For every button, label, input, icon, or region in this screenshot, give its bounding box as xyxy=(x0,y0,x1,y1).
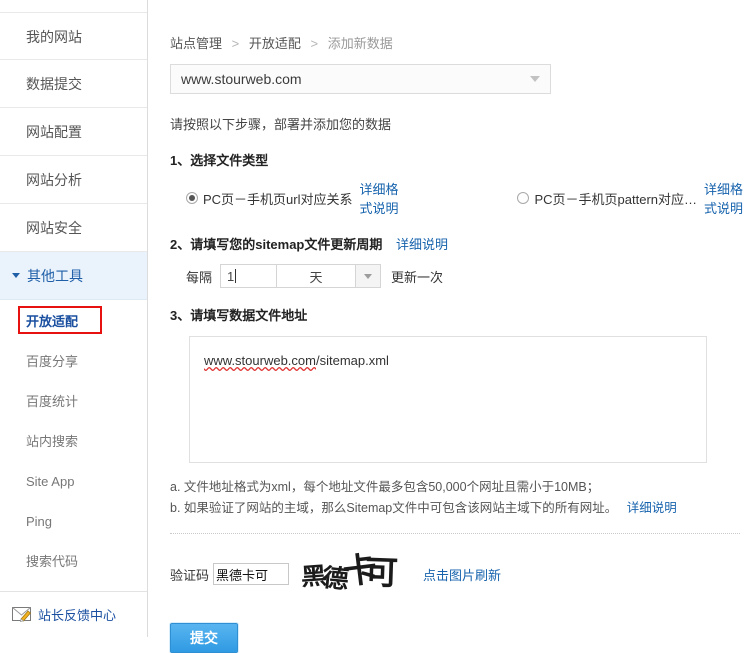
captcha-input-value: 黑德卡可 xyxy=(216,567,269,583)
chevron-down-icon xyxy=(364,273,373,279)
sidebar-group-label: 其他工具 xyxy=(27,267,83,284)
step2-title-row: 2、请填写您的sitemap文件更新周期 详细说明 xyxy=(170,234,748,253)
sidebar-item-label: 网站分析 xyxy=(26,172,82,188)
sidebar-item-data-submit[interactable]: 数据提交 xyxy=(0,60,147,108)
step2-detail-link[interactable]: 详细说明 xyxy=(396,237,448,252)
page-root: 我的网站 数据提交 网站配置 网站分析 网站安全 其他工具 开放适配 百度分享 … xyxy=(0,0,748,653)
notes-detail-link[interactable]: 详细说明 xyxy=(627,501,677,515)
sidebar-item-label: 百度分享 xyxy=(26,354,79,369)
sidebar: 我的网站 数据提交 网站配置 网站分析 网站安全 其他工具 开放适配 百度分享 … xyxy=(0,0,148,637)
caret-down-icon xyxy=(12,273,20,278)
breadcrumb: 站点管理 > 开放适配 > 添加新数据 xyxy=(170,33,748,52)
chevron-down-icon xyxy=(530,76,540,82)
sidebar-item-label: 站内搜索 xyxy=(26,434,79,449)
sidebar-item-open-adaptation[interactable]: 开放适配 xyxy=(0,302,147,342)
period-value-input[interactable]: 1 xyxy=(220,264,277,288)
text-cursor xyxy=(235,269,237,283)
sidebar-item-label: Ping xyxy=(26,514,53,529)
sidebar-item-label: Site App xyxy=(26,474,75,489)
format-detail-link-2[interactable]: 详细格式说明 xyxy=(704,179,748,217)
main-content: 站点管理 > 开放适配 > 添加新数据 www.stourweb.com 请按照… xyxy=(148,0,748,653)
sidebar-item-site-security[interactable]: 网站安全 xyxy=(0,204,147,252)
sidebar-item-my-site[interactable]: 我的网站 xyxy=(0,12,147,60)
breadcrumb-root[interactable]: 站点管理 xyxy=(170,36,222,51)
intro-text: 请按照以下步骤，部署并添加您的数据 xyxy=(170,117,392,132)
sidebar-item-baidu-stats[interactable]: 百度统计 xyxy=(0,382,147,422)
sidebar-item-search-code[interactable]: 搜索代码 xyxy=(0,542,147,582)
radio-option-pattern-mapping[interactable]: PC页－手机页pattern对应… xyxy=(517,189,704,208)
step3-title: 3、请填写数据文件地址 xyxy=(170,308,308,323)
breadcrumb-separator: > xyxy=(310,36,319,51)
sidebar-item-baidu-share[interactable]: 百度分享 xyxy=(0,342,147,382)
sidebar-subitem-open-adaptation-wrap: 开放适配 xyxy=(0,302,147,342)
captcha-label: 验证码 xyxy=(170,567,210,583)
data-file-url-textarea[interactable]: www.stourweb.com/sitemap.xml xyxy=(189,336,707,463)
captcha-row: 验证码 黑德卡可 黑 德 卡 可 点击图片刷新 xyxy=(170,552,748,596)
captcha-refresh-link[interactable]: 点击图片刷新 xyxy=(423,565,501,584)
radio-icon-selected[interactable] xyxy=(186,192,198,204)
period-unit-dropdown-button[interactable] xyxy=(356,264,382,288)
step1-radio-group: PC页－手机页url对应关系 详细格式说明 PC页－手机页pattern对应… … xyxy=(186,179,748,217)
envelope-pencil-icon xyxy=(12,607,32,622)
sidebar-item-label: 数据提交 xyxy=(26,76,82,92)
note-a: a. 文件地址格式为xml，每个地址文件最多包含50,000个网址且需小于10M… xyxy=(170,480,600,494)
period-unit-value: 天 xyxy=(309,269,323,285)
captcha-input[interactable]: 黑德卡可 xyxy=(213,563,290,585)
sidebar-item-label: 搜索代码 xyxy=(26,554,79,569)
sidebar-item-label: 站长反馈中心 xyxy=(38,608,117,623)
radio-option-label: PC页－手机页pattern对应… xyxy=(534,191,698,207)
step2-period-row: 每隔 1 天 更新一次 xyxy=(186,264,748,288)
sidebar-item-ping[interactable]: Ping xyxy=(0,502,147,542)
captcha-char: 可 xyxy=(364,552,399,593)
submit-button-label: 提交 xyxy=(190,630,218,646)
sidebar-item-site-search[interactable]: 站内搜索 xyxy=(0,422,147,462)
textarea-value-domain: www.stourweb.com xyxy=(204,353,316,368)
sidebar-item-webmaster-feedback[interactable]: 站长反馈中心 xyxy=(0,591,147,637)
note-b: b. 如果验证了网站的主域，那么Sitemap文件中可包含该网站主域下的所有网址… xyxy=(170,501,618,515)
radio-option-url-mapping[interactable]: PC页－手机页url对应关系 xyxy=(186,189,360,208)
period-unit-select[interactable]: 天 xyxy=(276,264,357,288)
sidebar-item-label: 网站配置 xyxy=(26,124,82,140)
format-detail-link-1[interactable]: 详细格式说明 xyxy=(360,179,404,217)
breadcrumb-section[interactable]: 开放适配 xyxy=(249,36,301,51)
submit-button[interactable]: 提交 xyxy=(170,623,238,653)
sidebar-item-label: 开放适配 xyxy=(26,314,79,329)
sidebar-item-site-analytics[interactable]: 网站分析 xyxy=(0,156,147,204)
textarea-value-path: /sitemap.xml xyxy=(315,353,389,368)
period-suffix-label: 更新一次 xyxy=(391,269,444,285)
step1-title: 1、选择文件类型 xyxy=(170,153,269,168)
sidebar-item-site-app[interactable]: Site App xyxy=(0,462,147,502)
section-divider xyxy=(170,533,740,534)
step2-title: 2、请填写您的sitemap文件更新周期 xyxy=(170,237,383,252)
site-select-value: www.stourweb.com xyxy=(181,71,302,87)
breadcrumb-separator: > xyxy=(231,36,240,51)
period-prefix-label: 每隔 xyxy=(186,269,213,285)
captcha-image[interactable]: 黑 德 卡 可 xyxy=(301,552,402,596)
sidebar-subnav: 开放适配 百度分享 百度统计 站内搜索 Site App Ping 搜索代码 xyxy=(0,300,147,582)
note-b-row: b. 如果验证了网站的主域，那么Sitemap文件中可包含该网站主域下的所有网址… xyxy=(170,498,748,519)
radio-option-label: PC页－手机页url对应关系 xyxy=(203,191,353,207)
sidebar-item-label: 网站安全 xyxy=(26,220,82,236)
sidebar-item-site-config[interactable]: 网站配置 xyxy=(0,108,147,156)
sidebar-group-other-tools[interactable]: 其他工具 xyxy=(0,252,147,300)
breadcrumb-current: 添加新数据 xyxy=(327,36,393,51)
period-value: 1 xyxy=(227,268,235,284)
sidebar-item-label: 百度统计 xyxy=(26,394,79,409)
radio-icon-unselected[interactable] xyxy=(517,192,530,204)
sidebar-item-label: 我的网站 xyxy=(26,29,82,45)
site-select-dropdown[interactable]: www.stourweb.com xyxy=(170,64,551,94)
